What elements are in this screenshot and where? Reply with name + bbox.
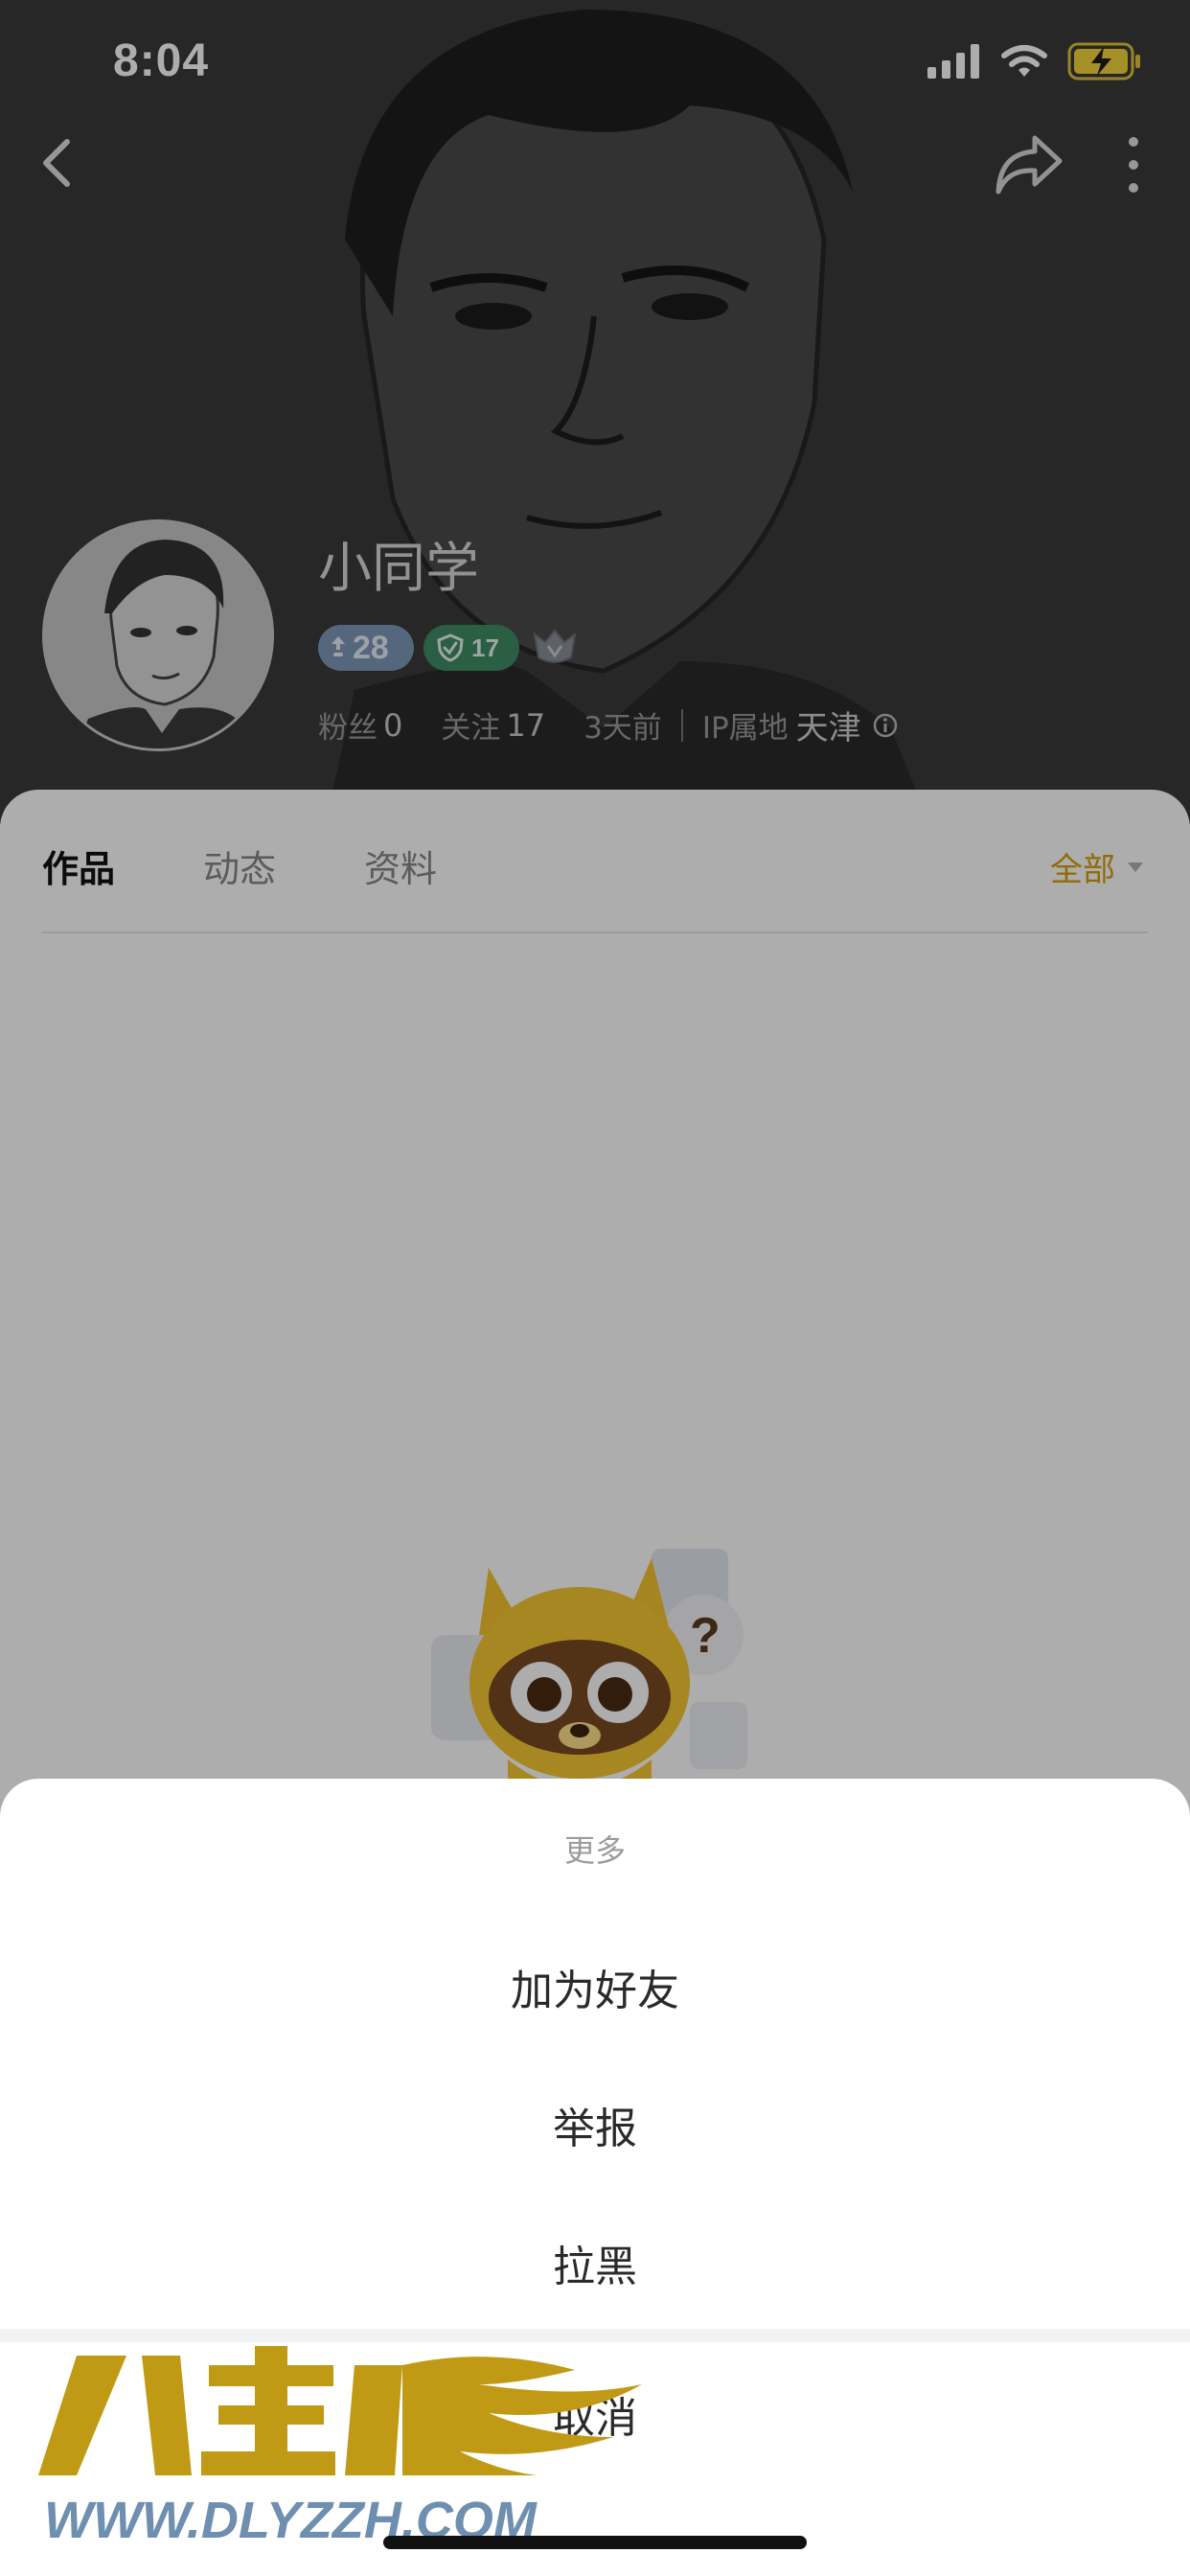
block-button[interactable]: 拉黑 [0, 2200, 1190, 2325]
add-friend-button[interactable]: 加为好友 [0, 1924, 1190, 2049]
action-sheet-divider [0, 2329, 1190, 2342]
action-sheet-title: 更多 [563, 1832, 626, 1869]
home-indicator [383, 2536, 807, 2549]
report-button[interactable]: 举报 [0, 2062, 1190, 2187]
site-watermark-logo: WWW.DLYZZH.COM [38, 2346, 642, 2549]
